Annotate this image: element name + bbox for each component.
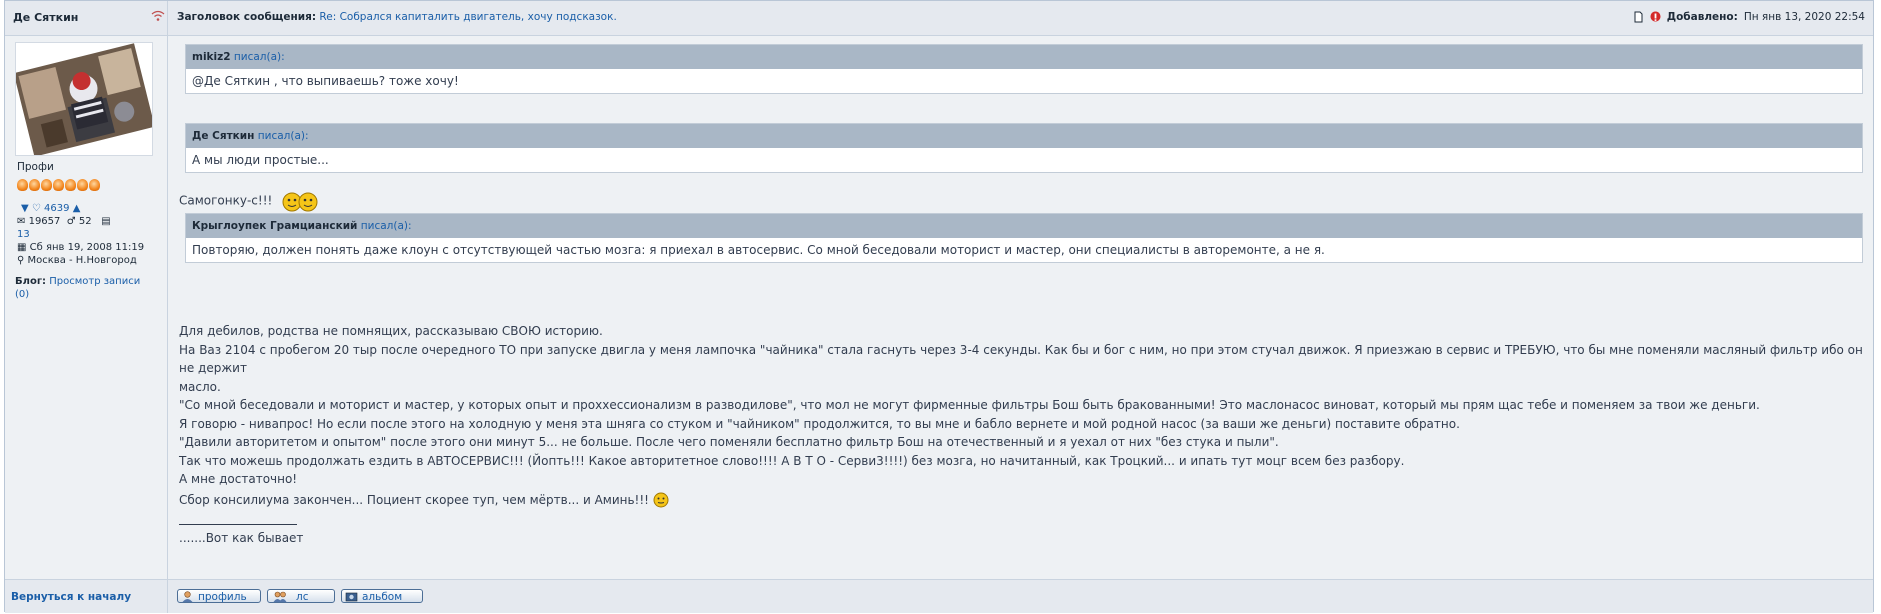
quote-author: Де Сяткин bbox=[192, 130, 255, 142]
rank-star-icon bbox=[53, 179, 64, 191]
posted-label: Добавлено: bbox=[1666, 11, 1738, 23]
subject-link[interactable]: Re: Собрался капиталить двигатель, хочу … bbox=[319, 11, 616, 23]
back-to-top-link[interactable]: Вернуться к началу bbox=[11, 591, 131, 603]
smiley-icon bbox=[653, 492, 669, 508]
posted-date: Пн янв 13, 2020 22:54 bbox=[1743, 11, 1865, 23]
body-line: "Давили авторитетом и опытом" после этог… bbox=[179, 435, 1279, 449]
user-stats: ▼ ♡ 4639 ▲ ✉ 19657 ♂ 52 ▤ 13 ▦ Сб янв 19… bbox=[17, 202, 163, 267]
quote-text: А мы люди простые... bbox=[192, 153, 329, 167]
pm-users-icon bbox=[273, 591, 287, 602]
quote-wrote: писал(а): bbox=[360, 220, 412, 232]
quote-header: mikiz2 писал(а): bbox=[186, 45, 1862, 69]
rank-stars bbox=[17, 179, 100, 193]
quote-text: @Де Сяткин , что выпиваешь? тоже хочу! bbox=[192, 74, 459, 88]
post-author-name[interactable]: Де Сяткин bbox=[13, 11, 78, 24]
likes-count[interactable]: 4639 bbox=[44, 203, 69, 214]
registered-row: ▦ Сб янв 19, 2008 11:19 bbox=[17, 241, 163, 254]
rank-star-icon bbox=[17, 179, 28, 191]
cheers-smiley-icon bbox=[282, 192, 318, 212]
location-row: ⚲ Москва - Н.Новгород bbox=[17, 254, 163, 267]
column-divider bbox=[167, 1, 168, 611]
blog-link[interactable]: Просмотр записи bbox=[49, 276, 140, 287]
mail-icon: ✉ bbox=[17, 216, 26, 227]
body-line: Я говорю - нивапрос! Но если после этого… bbox=[179, 416, 1460, 431]
quote-block: Де Сяткин писал(а): А мы люди простые... bbox=[185, 123, 1863, 173]
gender-icon: ♂ bbox=[66, 216, 76, 227]
quote-author: mikiz2 bbox=[192, 51, 231, 63]
heart-icon: ♡ bbox=[31, 203, 41, 214]
quote-wrote: писал(а): bbox=[257, 130, 309, 142]
body-line: Для дебилов, родства не помнящих, расска… bbox=[179, 324, 603, 338]
rank-star-icon bbox=[89, 179, 100, 191]
quote-block: Крыглоупек Грамцианский писал(а): Повтор… bbox=[185, 213, 1863, 263]
post-footer: Вернуться к началу профиль лс альбом bbox=[5, 579, 1873, 613]
gender-count: 52 bbox=[78, 216, 92, 227]
posts-count: 19657 bbox=[28, 216, 61, 227]
reply-text: Самогонку-с!!! bbox=[179, 193, 273, 208]
private-message-button[interactable]: лс bbox=[267, 589, 335, 603]
signature: .......Вот как бывает bbox=[179, 531, 304, 545]
blog-label: Блог: bbox=[15, 276, 47, 287]
message-body: Для дебилов, родства не помнящих, расска… bbox=[179, 322, 1863, 509]
quote-text: Повторяю, должен понять даже клоун с отс… bbox=[192, 243, 1325, 257]
album-button-label: альбом bbox=[362, 591, 403, 603]
forum-post: Де Сяткин Заголовок сообщения: Re: Собра… bbox=[4, 0, 1874, 613]
subject-label: Заголовок сообщения: bbox=[177, 11, 317, 23]
quote-author: Крыглоупек Грамцианский bbox=[192, 220, 358, 232]
calendar-icon: ▦ bbox=[17, 242, 27, 253]
album-count[interactable]: 13 bbox=[17, 228, 163, 241]
footer-divider bbox=[167, 580, 168, 613]
location-pin-icon: ⚲ bbox=[17, 255, 25, 266]
rank-star-icon bbox=[77, 179, 88, 191]
body-line: Сбор консилиума закончен... Поциент скор… bbox=[179, 492, 649, 507]
registered-date: Сб янв 19, 2008 11:19 bbox=[29, 242, 145, 253]
album-icon: ▤ bbox=[101, 216, 111, 227]
body-line: На Ваз 2104 с пробегом 20 тыр после очер… bbox=[179, 342, 1863, 376]
album-button[interactable]: альбом bbox=[341, 589, 423, 603]
body-line: Так что можешь продолжать ездить в АВТОС… bbox=[179, 453, 1405, 468]
likes-row: ▼ ♡ 4639 ▲ bbox=[17, 202, 163, 215]
quote-header: Крыглоупек Грамцианский писал(а): bbox=[186, 214, 1862, 238]
report-icon[interactable] bbox=[1650, 11, 1661, 23]
thumb-up-icon[interactable]: ▲ bbox=[73, 203, 81, 214]
avatar-image bbox=[16, 43, 152, 155]
online-status-icon bbox=[151, 10, 165, 21]
post-meta: Добавлено: Пн янв 13, 2020 22:54 bbox=[1633, 11, 1865, 23]
pm-button-label: лс bbox=[296, 591, 309, 603]
profile-icon bbox=[182, 591, 193, 602]
signature-divider bbox=[179, 524, 297, 525]
body-line: А мне достаточно! bbox=[179, 472, 298, 486]
album-icon bbox=[345, 592, 358, 602]
rank-star-icon bbox=[29, 179, 40, 191]
location-text: Москва - Н.Новгород bbox=[27, 255, 137, 266]
profile-button[interactable]: профиль bbox=[177, 589, 261, 603]
user-blog: Блог: Просмотр записи (0) bbox=[15, 275, 161, 301]
quote-wrote: писал(а): bbox=[233, 51, 285, 63]
profile-button-label: профиль bbox=[198, 591, 247, 603]
body-line: масло. bbox=[179, 379, 221, 394]
post-subject: Заголовок сообщения: Re: Собрался капита… bbox=[177, 11, 617, 23]
reply-line: Самогонку-с!!! bbox=[179, 189, 320, 213]
avatar[interactable] bbox=[15, 42, 153, 156]
quote-block: mikiz2 писал(а): @Де Сяткин , что выпива… bbox=[185, 44, 1863, 94]
quote-header: Де Сяткин писал(а): bbox=[186, 124, 1862, 148]
thumb-down-icon[interactable]: ▼ bbox=[21, 203, 29, 214]
body-line: "Со мной беседовали и моторист и мастер,… bbox=[179, 398, 1760, 412]
posts-row: ✉ 19657 ♂ 52 ▤ bbox=[17, 215, 163, 228]
blog-count[interactable]: (0) bbox=[15, 289, 29, 300]
body-line-last: Сбор консилиума закончен... Поциент скор… bbox=[179, 491, 1863, 510]
user-rank: Профи bbox=[17, 161, 54, 173]
post-link-icon[interactable] bbox=[1633, 11, 1644, 23]
rank-star-icon bbox=[65, 179, 76, 191]
rank-star-icon bbox=[41, 179, 52, 191]
